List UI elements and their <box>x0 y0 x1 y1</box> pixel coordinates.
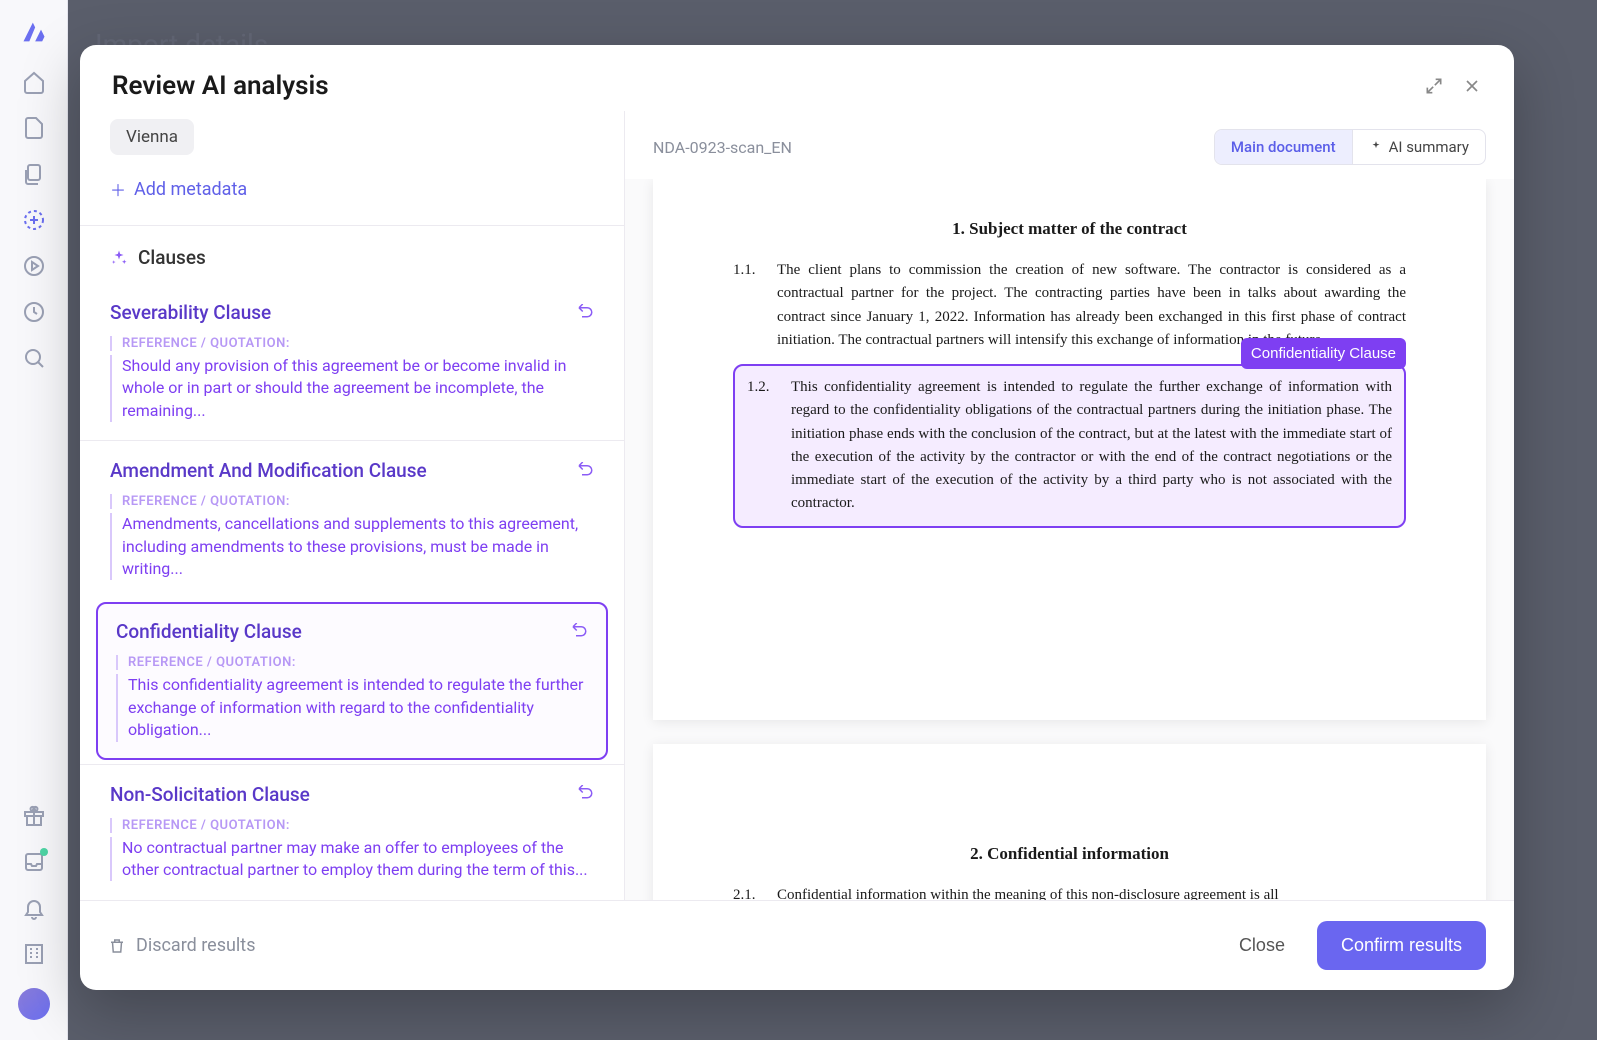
clauses-panel: Vienna ＋ Add metadata Clauses Severabili… <box>80 111 625 900</box>
document-page: 1. Subject matter of the contract 1.1. T… <box>653 179 1486 720</box>
confirm-button[interactable]: Confirm results <box>1317 921 1486 970</box>
tab-ai-label: AI summary <box>1389 138 1469 156</box>
highlighted-clause[interactable]: Confidentiality Clause 1.2. This confide… <box>733 364 1406 528</box>
discard-label: Discard results <box>136 935 256 956</box>
clause-title: Severability Clause <box>110 301 271 324</box>
reference-text: Amendments, cancellations and supplement… <box>110 513 594 580</box>
section-title: 2. Confidential information <box>733 844 1406 864</box>
play-circle-icon[interactable] <box>22 254 46 278</box>
highlight-tag: Confidentiality Clause <box>1241 338 1406 369</box>
metadata-chip[interactable]: Vienna <box>110 119 194 155</box>
sparkle-icon <box>110 249 128 267</box>
clause-item-selected[interactable]: Confidentiality Clause REFERENCE / QUOTA… <box>96 602 608 759</box>
undo-icon[interactable] <box>576 462 594 480</box>
section-title: 1. Subject matter of the contract <box>733 219 1406 239</box>
discard-button[interactable]: Discard results <box>108 935 256 956</box>
trash-icon <box>108 937 126 955</box>
undo-icon[interactable] <box>576 785 594 803</box>
document-page: 2. Confidential information 2.1. Confide… <box>653 744 1486 901</box>
undo-icon[interactable] <box>570 623 588 641</box>
user-avatar[interactable] <box>18 988 50 1020</box>
gift-icon[interactable] <box>22 804 46 828</box>
clock-icon[interactable] <box>22 300 46 324</box>
reference-text: This confidentiality agreement is intend… <box>116 674 588 741</box>
files-icon[interactable] <box>22 162 46 186</box>
clause-item[interactable]: Severability Clause REFERENCE / QUOTATIO… <box>80 283 624 440</box>
reference-label: REFERENCE / QUOTATION: <box>116 655 588 670</box>
building-icon[interactable] <box>22 942 46 966</box>
reference-text: No contractual partner may make an offer… <box>110 837 594 882</box>
para-number: 1.2. <box>747 376 779 516</box>
app-sidebar <box>0 0 68 1040</box>
search-icon[interactable] <box>22 346 46 370</box>
clauses-label: Clauses <box>138 246 206 269</box>
document-scroll[interactable]: 1. Subject matter of the contract 1.1. T… <box>625 179 1514 900</box>
plus-icon: ＋ <box>110 177 126 201</box>
clause-title: Amendment And Modification Clause <box>110 459 427 482</box>
add-metadata-button[interactable]: ＋ Add metadata <box>80 163 624 226</box>
para-number: 2.1. <box>733 884 765 901</box>
close-icon[interactable] <box>1462 76 1482 96</box>
bell-icon[interactable] <box>22 896 46 920</box>
para-number: 1.1. <box>733 259 765 352</box>
home-icon[interactable] <box>22 70 46 94</box>
clause-item[interactable]: Amendment And Modification Clause REFERE… <box>80 440 624 598</box>
review-modal: Review AI analysis Vienna ＋ Add metadata <box>80 45 1514 990</box>
add-metadata-label: Add metadata <box>134 179 247 200</box>
tab-main-document[interactable]: Main document <box>1215 130 1352 164</box>
document-icon[interactable] <box>22 116 46 140</box>
clause-title: Non-Solicitation Clause <box>110 783 310 806</box>
reference-text: Should any provision of this agreement b… <box>110 355 594 422</box>
add-circle-icon[interactable] <box>22 208 46 232</box>
clauses-section-header: Clauses <box>80 226 624 283</box>
clause-item[interactable]: Non-Solicitation Clause REFERENCE / QUOT… <box>80 764 624 900</box>
document-panel: NDA-0923-scan_EN Main document AI summar… <box>625 111 1514 900</box>
modal-title: Review AI analysis <box>112 71 329 101</box>
tab-ai-summary[interactable]: AI summary <box>1352 130 1485 164</box>
para-text: This confidentiality agreement is intend… <box>791 376 1392 516</box>
document-name: NDA-0923-scan_EN <box>653 138 792 157</box>
inbox-icon[interactable] <box>22 850 46 874</box>
expand-icon[interactable] <box>1424 76 1444 96</box>
document-tabs: Main document AI summary <box>1214 129 1486 165</box>
para-text: Confidential information within the mean… <box>777 884 1406 901</box>
reference-label: REFERENCE / QUOTATION: <box>110 336 594 351</box>
reference-label: REFERENCE / QUOTATION: <box>110 818 594 833</box>
reference-label: REFERENCE / QUOTATION: <box>110 494 594 509</box>
app-logo <box>20 18 48 48</box>
clause-title: Confidentiality Clause <box>116 620 302 643</box>
close-button[interactable]: Close <box>1221 925 1303 966</box>
undo-icon[interactable] <box>576 304 594 322</box>
sparkle-icon <box>1369 140 1383 154</box>
